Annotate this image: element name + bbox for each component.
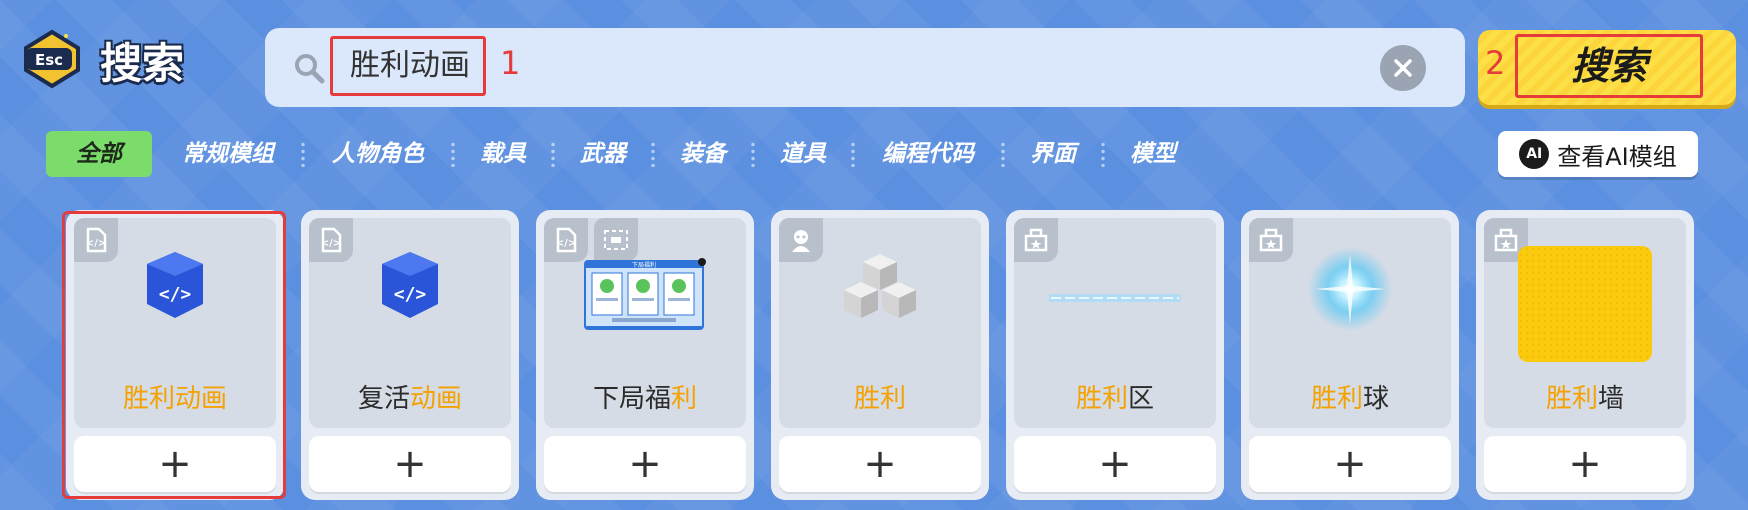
- tab-characters[interactable]: 人物角色: [328, 131, 428, 177]
- tab-divider: [750, 141, 756, 167]
- category-tabs: 全部 常规模组 人物角色 载具 武器 装备 道具 编程代码 界面 模型: [46, 131, 1178, 177]
- tab-models[interactable]: 模型: [1128, 131, 1178, 177]
- ai-badge-icon: AI: [1519, 139, 1550, 169]
- add-button[interactable]: +: [1249, 436, 1451, 492]
- esc-back-icon: Esc: [24, 29, 80, 89]
- ui-frame-icon: [594, 218, 638, 262]
- card-title: 胜利区: [1075, 384, 1155, 414]
- module-card[interactable]: 胜利 +: [771, 210, 989, 500]
- tab-divider: [300, 141, 306, 167]
- tab-divider: [1000, 141, 1006, 167]
- plus-icon: +: [628, 441, 662, 487]
- svg-text:下局福利: 下局福利: [632, 261, 656, 269]
- tab-weapons[interactable]: 武器: [578, 131, 628, 177]
- view-ai-modules-button[interactable]: AI 查看AI模组: [1498, 131, 1698, 177]
- tab-code[interactable]: 编程代码: [878, 131, 978, 177]
- glow-orb-icon: [1305, 244, 1395, 338]
- selected-card-highlight: [62, 211, 286, 499]
- module-card[interactable]: </> </> 复活动画 +: [301, 210, 519, 500]
- card-title: 下局福利: [592, 384, 698, 414]
- esc-button[interactable]: Esc: [18, 28, 86, 90]
- card-title: 胜利墙: [1545, 384, 1625, 414]
- add-button[interactable]: +: [1014, 436, 1216, 492]
- add-button[interactable]: +: [779, 436, 981, 492]
- code-cube-icon: </>: [378, 250, 442, 324]
- svg-text:</>: </>: [556, 238, 576, 249]
- ui-panel-preview: 下局福利: [582, 258, 708, 338]
- annotation-label-2: 2: [1485, 44, 1506, 82]
- card-title: 胜利: [853, 384, 906, 414]
- module-card[interactable]: 胜利球 +: [1241, 210, 1459, 500]
- tab-divider: [550, 141, 556, 167]
- annotation-box-2: [1515, 34, 1703, 98]
- close-icon: [1394, 59, 1412, 77]
- code-icon: </>: [544, 218, 588, 262]
- prop-icon: [1014, 218, 1058, 262]
- tab-divider: [850, 141, 856, 167]
- tab-general-modules[interactable]: 常规模组: [178, 131, 278, 177]
- tab-props[interactable]: 道具: [778, 131, 828, 177]
- module-card[interactable]: 胜利区 +: [1006, 210, 1224, 500]
- plus-icon: +: [1098, 441, 1132, 487]
- plus-icon: +: [393, 441, 427, 487]
- card-title: 复活动画: [357, 384, 463, 414]
- prop-icon: [1249, 218, 1293, 262]
- tab-divider: [1100, 141, 1106, 167]
- page-title: 搜索: [100, 39, 185, 88]
- light-strip-icon: [1049, 290, 1181, 309]
- tab-divider: [650, 141, 656, 167]
- plus-icon: +: [1568, 441, 1602, 487]
- module-card[interactable]: </> 下局福利 下局福利 +: [536, 210, 754, 500]
- tab-divider: [450, 141, 456, 167]
- character-icon: [779, 218, 823, 262]
- tab-equipment[interactable]: 装备: [678, 131, 728, 177]
- plus-icon: +: [863, 441, 897, 487]
- module-card[interactable]: 胜利墙 +: [1476, 210, 1694, 500]
- code-icon: </>: [309, 218, 353, 262]
- plus-icon: +: [1333, 441, 1367, 487]
- ai-button-label: 查看AI模组: [1557, 142, 1677, 171]
- add-button[interactable]: +: [309, 436, 511, 492]
- search-icon: [293, 52, 325, 84]
- add-button[interactable]: +: [544, 436, 746, 492]
- esc-label: Esc: [35, 51, 63, 69]
- yellow-wall-icon: [1518, 246, 1652, 362]
- annotation-box-1: [330, 36, 486, 96]
- annotation-label-1: 1: [500, 44, 521, 82]
- clear-search-button[interactable]: [1380, 45, 1426, 91]
- card-title: 胜利球: [1310, 384, 1390, 414]
- cube-stack-icon: [837, 252, 923, 332]
- svg-text:</>: </>: [394, 284, 427, 305]
- tab-vehicles[interactable]: 载具: [478, 131, 528, 177]
- svg-text:</>: </>: [321, 238, 341, 249]
- tab-ui[interactable]: 界面: [1028, 131, 1078, 177]
- tab-all[interactable]: 全部: [46, 131, 152, 177]
- add-button[interactable]: +: [1484, 436, 1686, 492]
